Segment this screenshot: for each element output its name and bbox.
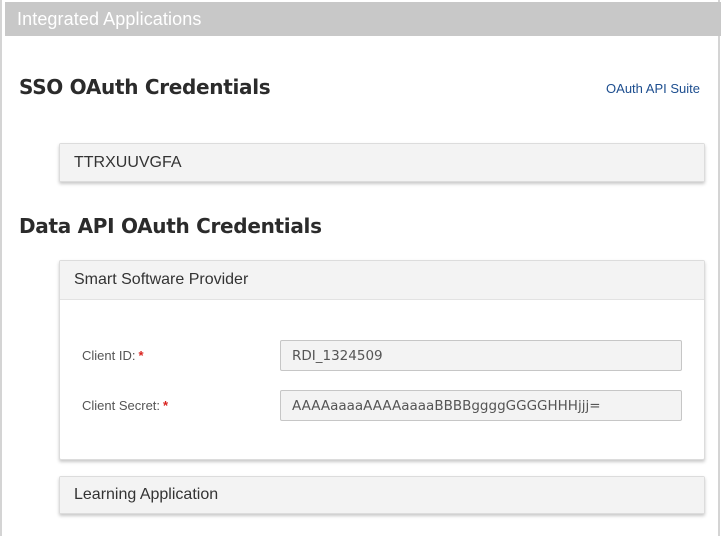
- oauth-api-suite-link[interactable]: OAuth API Suite: [606, 81, 700, 96]
- sso-app-header[interactable]: TTRXUUVGFA: [60, 144, 704, 181]
- data-app-header[interactable]: Smart Software Provider: [60, 261, 704, 300]
- client-id-input[interactable]: [280, 340, 682, 371]
- sso-app-panel: TTRXUUVGFA: [59, 143, 705, 182]
- page-header: Integrated Applications: [5, 2, 721, 36]
- data-api-section-title: Data API OAuth Credentials: [19, 214, 322, 238]
- data-app-panel-smart-software: Smart Software Provider Client ID:* Clie…: [59, 260, 705, 460]
- page-frame: Integrated Applications SSO OAuth Creden…: [0, 0, 721, 536]
- client-secret-label: Client Secret: *: [82, 398, 168, 413]
- client-secret-label-text: Client Secret:: [82, 398, 161, 413]
- client-id-label: Client ID: *: [82, 348, 144, 363]
- required-marker: *: [163, 398, 169, 413]
- client-secret-input[interactable]: [280, 390, 682, 421]
- client-id-label-text: Client ID:: [82, 348, 136, 363]
- required-marker: *: [138, 348, 144, 363]
- sso-section-title: SSO OAuth Credentials: [19, 75, 271, 99]
- learning-app-header[interactable]: Learning Application: [60, 477, 704, 513]
- data-app-panel-learning: Learning Application: [59, 476, 705, 514]
